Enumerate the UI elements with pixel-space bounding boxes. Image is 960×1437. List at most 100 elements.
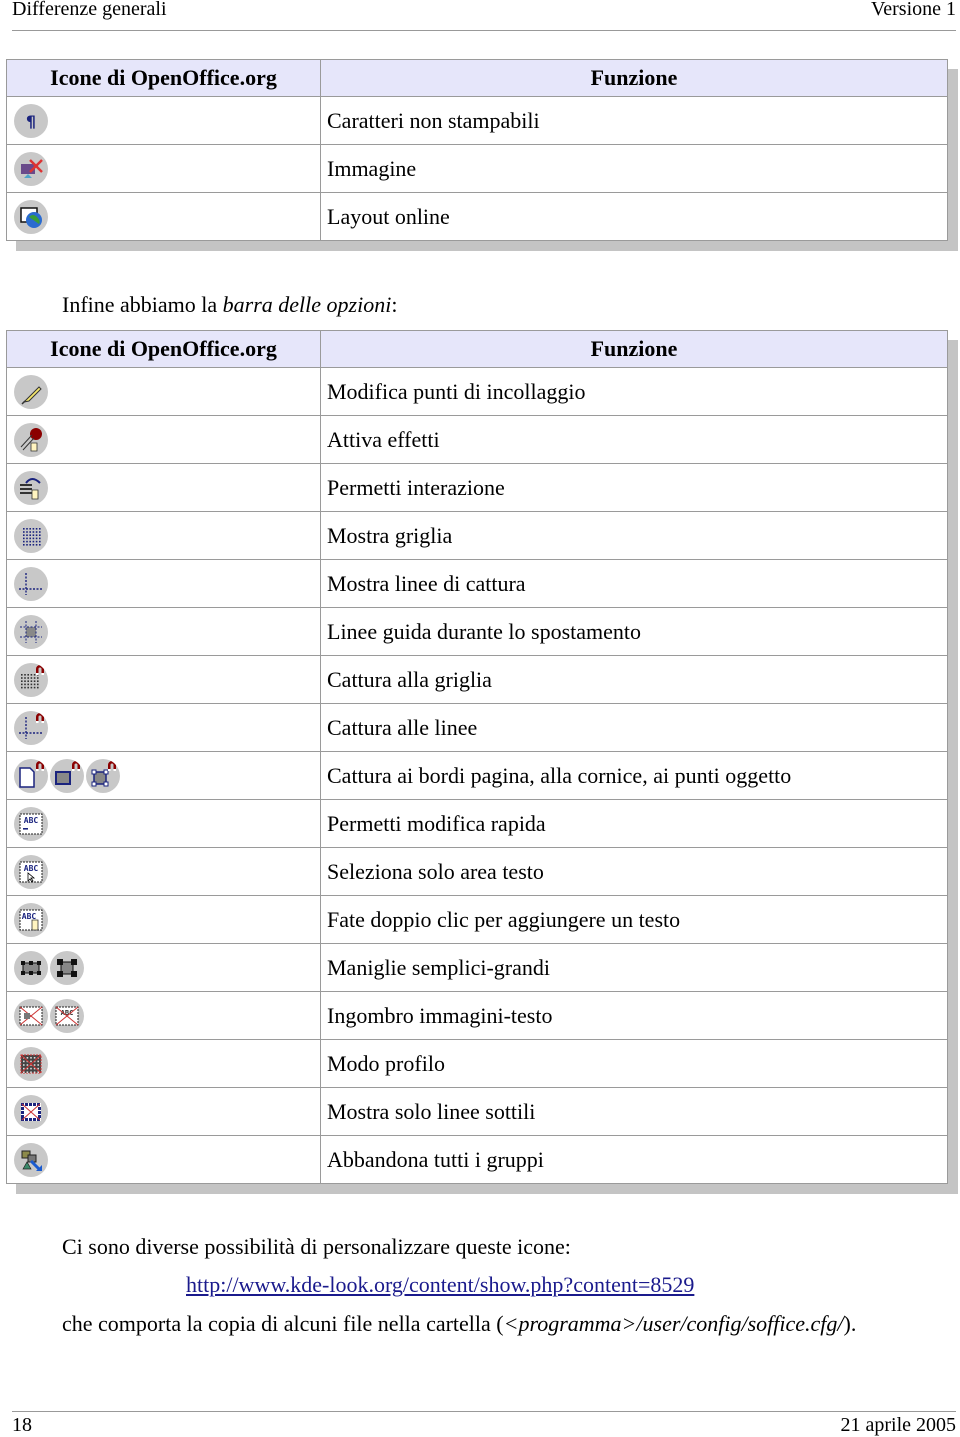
intro-suffix: : — [391, 292, 398, 317]
intro-text: Infine abbiamo la — [62, 292, 223, 317]
page-header: Differenze generali Versione 1 — [12, 0, 956, 31]
function-label: Caratteri non stampabili — [320, 96, 948, 145]
function-label: Cattura alla griglia — [320, 655, 948, 704]
text-placeholders-icon: ABC — [50, 998, 84, 1033]
table-row: Linee guida durante lo spostamento — [6, 607, 948, 656]
function-label: Permetti modifica rapida — [320, 799, 948, 848]
page-footer: 18 21 aprile 2005 — [12, 1411, 956, 1436]
table-row: Attiva effetti — [6, 415, 948, 464]
function-label: Linee guida durante lo spostamento — [320, 607, 948, 656]
function-label: Seleziona solo area testo — [320, 847, 948, 896]
icon-cell — [6, 192, 321, 241]
allow-interaction-icon — [14, 470, 48, 505]
show-grid-icon — [14, 518, 48, 553]
function-label: Modo profilo — [320, 1039, 948, 1088]
table-row: Cattura alla griglia — [6, 655, 948, 704]
header-version: Versione 1 — [871, 0, 956, 20]
intro-italic: barra delle opzioni — [222, 292, 392, 317]
function-label: Maniglie semplici-grandi — [320, 943, 948, 992]
guides-when-moving-icon — [14, 614, 48, 649]
table-row: Layout online — [6, 192, 948, 241]
table-row: Permetti interazione — [6, 463, 948, 512]
intro-paragraph: Infine abbiamo la barra delle opzioni: — [62, 292, 397, 318]
function-label: Mostra griglia — [320, 511, 948, 560]
function-label: Fate doppio clic per aggiungere un testo — [320, 895, 948, 944]
icon-cell — [6, 1039, 321, 1088]
image-placeholders-icon — [14, 998, 48, 1033]
function-label: Abbandona tutti i gruppi — [320, 1135, 948, 1184]
snap-to-grid-icon — [14, 662, 48, 697]
snap-object-points-icon — [86, 758, 120, 793]
table-row: ABC Permetti modifica rapida — [6, 799, 948, 848]
activate-effects-icon — [14, 422, 48, 457]
large-handles-icon — [50, 950, 84, 985]
contour-mode-icon — [14, 1046, 48, 1081]
header-title: Differenze generali — [12, 0, 167, 20]
function-label: Mostra linee di cattura — [320, 559, 948, 608]
icon-cell: ABC — [6, 799, 321, 848]
table-row: Cattura alle linee — [6, 703, 948, 752]
icon-cell — [6, 144, 321, 193]
function-label: Ingombro immagini-testo — [320, 991, 948, 1040]
icon-cell — [6, 415, 321, 464]
line-contour-icon — [14, 1094, 48, 1129]
table-row: Mostra solo linee sottili — [6, 1087, 948, 1136]
column-header-function: Funzione — [320, 330, 948, 368]
table-row: Abbandona tutti i gruppi — [6, 1135, 948, 1184]
table-row: Immagine — [6, 144, 948, 193]
pilcrow-icon: ¶ — [14, 103, 48, 138]
online-layout-icon — [14, 199, 48, 234]
outro-line-3-text: che comporta la copia di alcuni file nel… — [62, 1311, 504, 1336]
icon-cell — [6, 943, 321, 992]
config-path: <programma>/user/config/soffice.cfg/ — [503, 1311, 844, 1336]
svg-text:¶: ¶ — [26, 112, 36, 131]
outro-line-3: che comporta la copia di alcuni file nel… — [62, 1311, 856, 1337]
svg-text:ABC: ABC — [24, 864, 39, 873]
function-label: Immagine — [320, 144, 948, 193]
simple-handles-icon — [14, 950, 48, 985]
footer-date: 21 aprile 2005 — [840, 1414, 956, 1436]
icon-cell — [6, 1087, 321, 1136]
table-row: ABC Ingombro immagini-testo — [6, 991, 948, 1040]
svg-text:ABC: ABC — [24, 816, 39, 825]
table-row: Cattura ai bordi pagina, alla cornice, a… — [6, 751, 948, 800]
function-label: Cattura alle linee — [320, 703, 948, 752]
snap-page-margins-icon — [14, 758, 48, 793]
table-row: ¶ Caratteri non stampabili — [6, 96, 948, 145]
exit-all-groups-icon — [14, 1142, 48, 1177]
show-snap-lines-icon — [14, 566, 48, 601]
function-label: Cattura ai bordi pagina, alla cornice, a… — [320, 751, 948, 800]
outro-line-1: Ci sono diverse possibilità di personali… — [62, 1234, 571, 1259]
table-view-options: Icone di OpenOffice.org Funzione ¶ Caratt… — [6, 59, 958, 251]
table-row: Modo profilo — [6, 1039, 948, 1088]
page-number: 18 — [12, 1414, 32, 1436]
double-click-text-icon: ABC — [14, 902, 48, 937]
icon-cell — [6, 607, 321, 656]
function-label: Layout online — [320, 192, 948, 241]
table-row: Maniglie semplici-grandi — [6, 943, 948, 992]
icon-cell — [6, 367, 321, 416]
quick-edit-icon: ABC — [14, 806, 48, 841]
icon-cell — [6, 463, 321, 512]
icon-cell: ABC — [6, 895, 321, 944]
column-header-function: Funzione — [320, 59, 948, 97]
table-row: Mostra griglia — [6, 511, 948, 560]
icon-cell: ¶ — [6, 96, 321, 145]
snap-to-lines-icon — [14, 710, 48, 745]
icon-cell: ABC — [6, 991, 321, 1040]
table-row: ABC Fate doppio clic per aggiungere un te… — [6, 895, 948, 944]
kde-look-link[interactable]: http://www.kde-look.org/content/show.php… — [186, 1272, 694, 1298]
icon-cell — [6, 559, 321, 608]
table-row: ABC Seleziona solo area testo — [6, 847, 948, 896]
snap-object-border-icon — [50, 758, 84, 793]
table-options-bar: Icone di OpenOffice.org Funzione Modific… — [6, 330, 958, 1194]
icon-cell — [6, 1135, 321, 1184]
icon-cell — [6, 655, 321, 704]
icon-cell: ABC — [6, 847, 321, 896]
column-header-icons: Icone di OpenOffice.org — [6, 330, 321, 368]
icon-cell — [6, 751, 321, 800]
table-row: Mostra linee di cattura — [6, 559, 948, 608]
function-label: Modifica punti di incollaggio — [320, 367, 948, 416]
icon-cell — [6, 511, 321, 560]
column-header-icons: Icone di OpenOffice.org — [6, 59, 321, 97]
